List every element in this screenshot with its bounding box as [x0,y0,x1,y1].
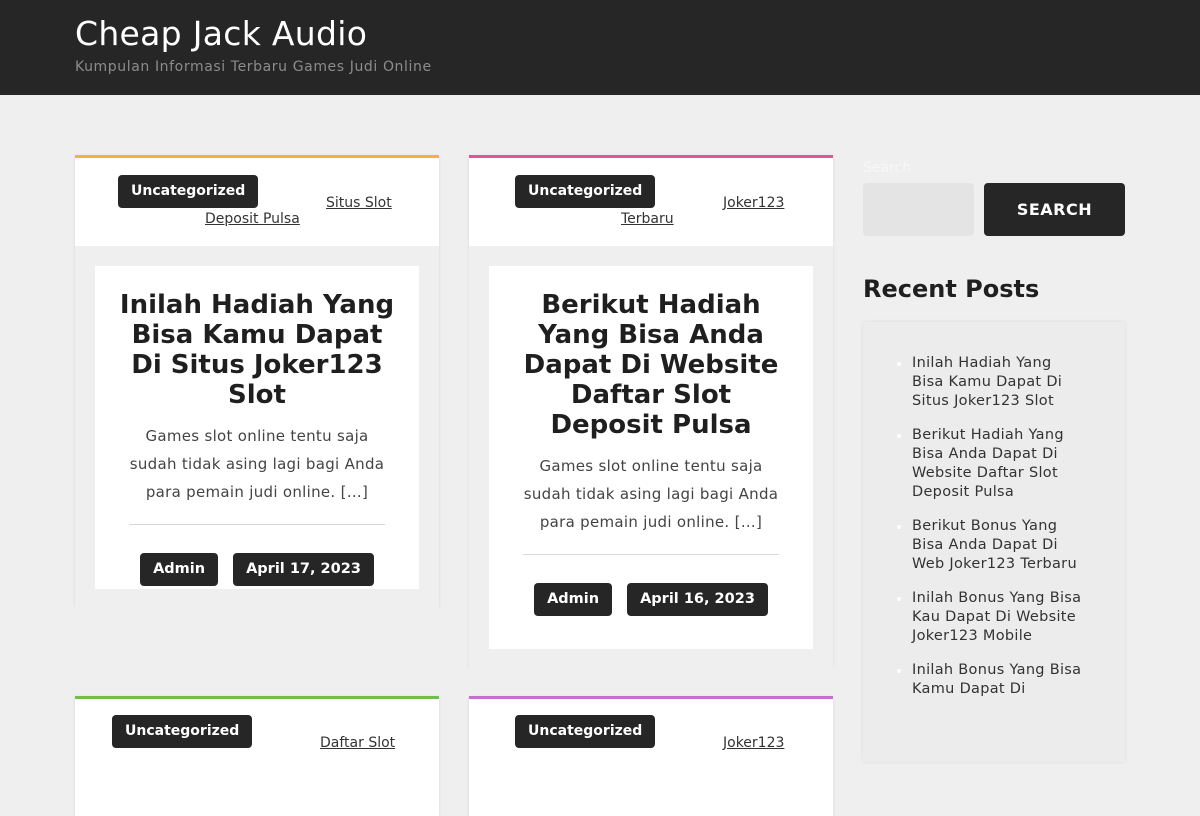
post-card-body: Inilah Hadiah Yang Bisa Kamu Dapat Di Si… [95,266,419,589]
tag-link[interactable]: Joker123 [723,195,784,211]
tag-link[interactable]: Joker123 [723,735,784,751]
post-card-header: Uncategorized Joker123 Terbaru [469,158,833,246]
category-badge[interactable]: Uncategorized [118,175,259,208]
post-card-header: Uncategorized Situs Slot Deposit Pulsa [75,158,439,246]
site-tagline: Kumpulan Informasi Terbaru Games Judi On… [75,59,432,75]
post-title[interactable]: Inilah Hadiah Yang Bisa Kamu Dapat Di Si… [117,290,397,410]
category-badge[interactable]: Uncategorized [515,175,656,208]
recent-posts-widget: Inilah Hadiah Yang Bisa Kamu Dapat Di Si… [863,322,1125,762]
date-badge[interactable]: April 16, 2023 [627,583,768,616]
post-card-header: Uncategorized Joker123 [469,699,833,787]
post-meta: Admin April 16, 2023 [511,583,791,616]
recent-posts-title: Recent Posts [863,275,1040,303]
recent-post-link[interactable]: Berikut Bonus Yang Bisa Anda Dapat Di We… [897,517,1082,574]
post-card: Uncategorized Joker123 Terbaru Berikut H… [469,155,833,666]
post-excerpt: Games slot online tentu saja sudah tidak… [523,457,779,531]
post-card: Uncategorized Joker123 [469,696,833,816]
tag-link[interactable]: Daftar Slot [320,735,395,751]
search-button[interactable]: SEARCH [984,183,1125,236]
site-header: Cheap Jack Audio Kumpulan Informasi Terb… [0,0,1200,95]
recent-post-link[interactable]: Inilah Bonus Yang Bisa Kau Dapat Di Webs… [897,589,1082,646]
category-badge[interactable]: Uncategorized [515,715,656,748]
recent-posts-list: Inilah Hadiah Yang Bisa Kamu Dapat Di Si… [897,354,1082,714]
category-badge[interactable]: Uncategorized [112,715,253,748]
tag-link[interactable]: Situs Slot [326,195,392,211]
recent-post-link[interactable]: Berikut Hadiah Yang Bisa Anda Dapat Di W… [897,426,1082,502]
post-title[interactable]: Berikut Hadiah Yang Bisa Anda Dapat Di W… [511,290,791,440]
date-badge[interactable]: April 17, 2023 [233,553,374,586]
post-excerpt: Games slot online tentu saja sudah tidak… [129,427,385,501]
divider [129,524,385,525]
post-card: Uncategorized Daftar Slot [75,696,439,816]
search-input[interactable] [863,183,974,236]
recent-post-link[interactable]: Inilah Hadiah Yang Bisa Kamu Dapat Di Si… [897,354,1082,411]
tag-link[interactable]: Terbaru [621,211,674,227]
post-card-body: Berikut Hadiah Yang Bisa Anda Dapat Di W… [489,266,813,649]
post-card-header: Uncategorized Daftar Slot [75,699,439,787]
author-badge[interactable]: Admin [534,583,613,616]
recent-post-link[interactable]: Inilah Bonus Yang Bisa Kamu Dapat Di [897,661,1082,699]
post-card: Uncategorized Situs Slot Deposit Pulsa I… [75,155,439,606]
site-title[interactable]: Cheap Jack Audio [75,14,367,53]
search-label: Search [863,160,912,176]
tag-link[interactable]: Deposit Pulsa [205,211,300,227]
author-badge[interactable]: Admin [140,553,219,586]
post-meta: Admin April 17, 2023 [117,553,397,586]
divider [523,554,779,555]
